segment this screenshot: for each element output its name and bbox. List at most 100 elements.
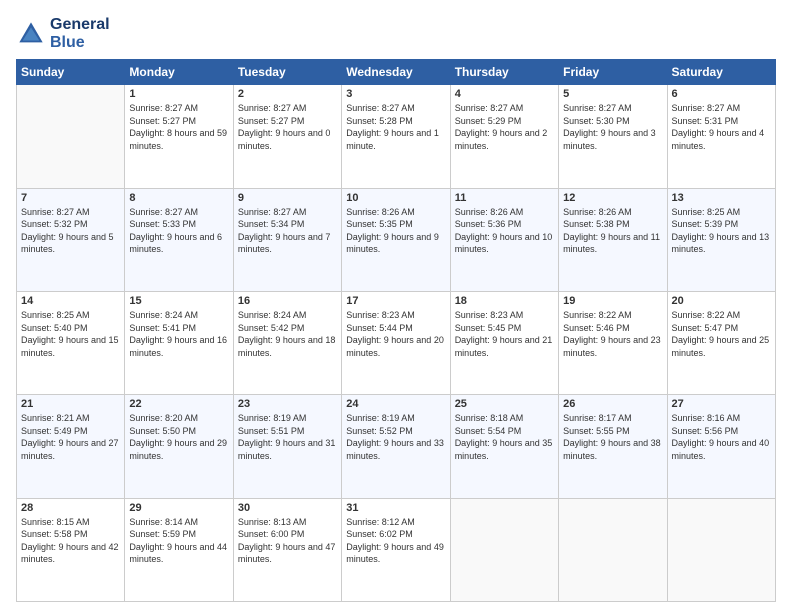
- calendar-header-sunday: Sunday: [17, 60, 125, 85]
- cell-info: Sunrise: 8:15 AMSunset: 5:58 PMDaylight:…: [21, 516, 120, 566]
- day-number: 3: [346, 88, 445, 100]
- logo: General Blue: [16, 16, 110, 51]
- calendar-header-tuesday: Tuesday: [233, 60, 341, 85]
- calendar-cell: 13 Sunrise: 8:25 AMSunset: 5:39 PMDayligh…: [667, 188, 775, 291]
- calendar-cell: 4Sunrise: 8:27 AMSunset: 5:29 PMDaylight…: [450, 85, 558, 188]
- cell-info: Sunrise: 8:24 AMSunset: 5:42 PMDaylight:…: [238, 309, 337, 359]
- calendar-header-monday: Monday: [125, 60, 233, 85]
- day-number: 20: [672, 295, 771, 307]
- day-number: 1: [129, 88, 228, 100]
- day-number: 28: [21, 502, 120, 514]
- calendar-week-4: 28 Sunrise: 8:15 AMSunset: 5:58 PMDayligh…: [17, 498, 776, 601]
- calendar-week-0: 1 Sunrise: 8:27 AMSunset: 5:27 PMDaylight…: [17, 85, 776, 188]
- calendar-cell: 26 Sunrise: 8:17 AMSunset: 5:55 PMDayligh…: [559, 395, 667, 498]
- day-number: 12: [563, 192, 662, 204]
- cell-info: Sunrise: 8:27 AMSunset: 5:32 PMDaylight:…: [21, 206, 120, 256]
- cell-info: Sunrise: 8:19 AMSunset: 5:52 PMDaylight:…: [346, 412, 445, 462]
- calendar-cell: 19 Sunrise: 8:22 AMSunset: 5:46 PMDayligh…: [559, 291, 667, 394]
- calendar-cell: 10Sunrise: 8:26 AMSunset: 5:35 PMDayligh…: [342, 188, 450, 291]
- day-number: 22: [129, 398, 228, 410]
- page: General Blue SundayMondayTuesdayWednesda…: [0, 0, 792, 612]
- day-number: 15: [129, 295, 228, 307]
- day-number: 5: [563, 88, 662, 100]
- calendar-week-2: 14 Sunrise: 8:25 AMSunset: 5:40 PMDayligh…: [17, 291, 776, 394]
- day-number: 31: [346, 502, 445, 514]
- calendar-cell: 18 Sunrise: 8:23 AMSunset: 5:45 PMDayligh…: [450, 291, 558, 394]
- calendar-cell: 11Sunrise: 8:26 AMSunset: 5:36 PMDayligh…: [450, 188, 558, 291]
- cell-info: Sunrise: 8:25 AMSunset: 5:39 PMDaylight:…: [672, 206, 771, 256]
- day-number: 9: [238, 192, 337, 204]
- day-number: 25: [455, 398, 554, 410]
- cell-info: Sunrise: 8:27 AMSunset: 5:28 PMDaylight:…: [346, 102, 445, 152]
- calendar-cell: 6Sunrise: 8:27 AMSunset: 5:31 PMDaylight…: [667, 85, 775, 188]
- day-number: 18: [455, 295, 554, 307]
- calendar-cell: 14 Sunrise: 8:25 AMSunset: 5:40 PMDayligh…: [17, 291, 125, 394]
- day-number: 26: [563, 398, 662, 410]
- day-number: 13: [672, 192, 771, 204]
- cell-info: Sunrise: 8:22 AMSunset: 5:46 PMDaylight:…: [563, 309, 662, 359]
- cell-info: Sunrise: 8:24 AMSunset: 5:41 PMDaylight:…: [129, 309, 228, 359]
- calendar-cell: 17 Sunrise: 8:23 AMSunset: 5:44 PMDayligh…: [342, 291, 450, 394]
- cell-info: Sunrise: 8:25 AMSunset: 5:40 PMDaylight:…: [21, 309, 120, 359]
- cell-info: Sunrise: 8:18 AMSunset: 5:54 PMDaylight:…: [455, 412, 554, 462]
- day-number: 7: [21, 192, 120, 204]
- calendar-cell: 20 Sunrise: 8:22 AMSunset: 5:47 PMDayligh…: [667, 291, 775, 394]
- day-number: 29: [129, 502, 228, 514]
- calendar-cell: 8 Sunrise: 8:27 AMSunset: 5:33 PMDaylight…: [125, 188, 233, 291]
- cell-info: Sunrise: 8:27 AMSunset: 5:34 PMDaylight:…: [238, 206, 337, 256]
- calendar-cell: 22Sunrise: 8:20 AMSunset: 5:50 PMDayligh…: [125, 395, 233, 498]
- calendar-header-friday: Friday: [559, 60, 667, 85]
- calendar-cell: 3 Sunrise: 8:27 AMSunset: 5:28 PMDaylight…: [342, 85, 450, 188]
- cell-info: Sunrise: 8:14 AMSunset: 5:59 PMDaylight:…: [129, 516, 228, 566]
- calendar-week-1: 7 Sunrise: 8:27 AMSunset: 5:32 PMDaylight…: [17, 188, 776, 291]
- cell-info: Sunrise: 8:27 AMSunset: 5:27 PMDaylight:…: [238, 102, 337, 152]
- day-number: 23: [238, 398, 337, 410]
- calendar-header-row: SundayMondayTuesdayWednesdayThursdayFrid…: [17, 60, 776, 85]
- cell-info: Sunrise: 8:27 AMSunset: 5:30 PMDaylight:…: [563, 102, 662, 152]
- calendar-cell: [667, 498, 775, 601]
- day-number: 27: [672, 398, 771, 410]
- cell-info: Sunrise: 8:26 AMSunset: 5:35 PMDaylight:…: [346, 206, 445, 256]
- calendar-cell: 25 Sunrise: 8:18 AMSunset: 5:54 PMDayligh…: [450, 395, 558, 498]
- header: General Blue: [16, 16, 776, 51]
- calendar-header-thursday: Thursday: [450, 60, 558, 85]
- calendar-cell: 5 Sunrise: 8:27 AMSunset: 5:30 PMDaylight…: [559, 85, 667, 188]
- calendar-cell: [450, 498, 558, 601]
- cell-info: Sunrise: 8:22 AMSunset: 5:47 PMDaylight:…: [672, 309, 771, 359]
- cell-info: Sunrise: 8:21 AMSunset: 5:49 PMDaylight:…: [21, 412, 120, 462]
- calendar-cell: 27 Sunrise: 8:16 AMSunset: 5:56 PMDayligh…: [667, 395, 775, 498]
- calendar-cell: 30 Sunrise: 8:13 AMSunset: 6:00 PMDayligh…: [233, 498, 341, 601]
- calendar-cell: 23 Sunrise: 8:19 AMSunset: 5:51 PMDayligh…: [233, 395, 341, 498]
- day-number: 30: [238, 502, 337, 514]
- cell-info: Sunrise: 8:26 AMSunset: 5:36 PMDaylight:…: [455, 206, 554, 256]
- cell-info: Sunrise: 8:23 AMSunset: 5:44 PMDaylight:…: [346, 309, 445, 359]
- cell-info: Sunrise: 8:17 AMSunset: 5:55 PMDaylight:…: [563, 412, 662, 462]
- calendar-cell: [559, 498, 667, 601]
- calendar-cell: 29 Sunrise: 8:14 AMSunset: 5:59 PMDayligh…: [125, 498, 233, 601]
- cell-info: Sunrise: 8:19 AMSunset: 5:51 PMDaylight:…: [238, 412, 337, 462]
- cell-info: Sunrise: 8:16 AMSunset: 5:56 PMDaylight:…: [672, 412, 771, 462]
- day-number: 2: [238, 88, 337, 100]
- cell-info: Sunrise: 8:12 AMSunset: 6:02 PMDaylight:…: [346, 516, 445, 566]
- calendar-cell: 7 Sunrise: 8:27 AMSunset: 5:32 PMDaylight…: [17, 188, 125, 291]
- calendar-cell: 12Sunrise: 8:26 AMSunset: 5:38 PMDayligh…: [559, 188, 667, 291]
- calendar-table: SundayMondayTuesdayWednesdayThursdayFrid…: [16, 59, 776, 602]
- calendar-cell: 1Sunrise: 8:27 AMSunset: 5:27 PMDaylight…: [125, 85, 233, 188]
- cell-info: Sunrise: 8:13 AMSunset: 6:00 PMDaylight:…: [238, 516, 337, 566]
- calendar-cell: 16 Sunrise: 8:24 AMSunset: 5:42 PMDayligh…: [233, 291, 341, 394]
- cell-info: Sunrise: 8:23 AMSunset: 5:45 PMDaylight:…: [455, 309, 554, 359]
- calendar-cell: 31 Sunrise: 8:12 AMSunset: 6:02 PMDayligh…: [342, 498, 450, 601]
- day-number: 14: [21, 295, 120, 307]
- day-number: 8: [129, 192, 228, 204]
- calendar-cell: 28 Sunrise: 8:15 AMSunset: 5:58 PMDayligh…: [17, 498, 125, 601]
- day-number: 24: [346, 398, 445, 410]
- calendar-cell: 2 Sunrise: 8:27 AMSunset: 5:27 PMDaylight…: [233, 85, 341, 188]
- day-number: 16: [238, 295, 337, 307]
- day-number: 6: [672, 88, 771, 100]
- logo-icon: [16, 19, 46, 49]
- day-number: 19: [563, 295, 662, 307]
- cell-info: Sunrise: 8:27 AMSunset: 5:33 PMDaylight:…: [129, 206, 228, 256]
- day-number: 17: [346, 295, 445, 307]
- calendar-cell: 15 Sunrise: 8:24 AMSunset: 5:41 PMDayligh…: [125, 291, 233, 394]
- day-number: 4: [455, 88, 554, 100]
